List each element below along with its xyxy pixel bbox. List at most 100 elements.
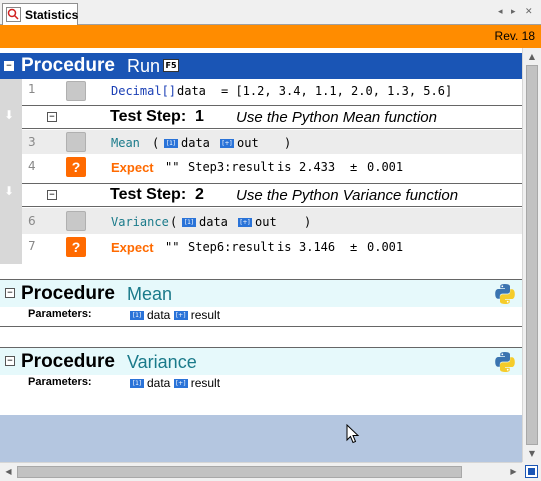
call-icon xyxy=(66,132,86,152)
call-paren-open: ( xyxy=(170,215,178,229)
step-arrow-icon: ⬇ xyxy=(4,108,15,122)
call-arg-2: [+] out xyxy=(220,136,259,150)
procedure-editor[interactable]: − Procedure Run F5 1 Decimal[] data = [1… xyxy=(0,48,522,462)
procedure-variance-header[interactable]: − Procedure Variance xyxy=(0,347,522,375)
expect-tolerance: 0.001 xyxy=(367,160,404,174)
collapse-icon[interactable]: − xyxy=(5,288,15,298)
call-arg-1: [1] data xyxy=(164,136,210,150)
output-tag-icon: [+] xyxy=(220,139,234,148)
revision-bar: Rev. 18 xyxy=(0,25,541,48)
procedure-name: Mean xyxy=(127,284,173,304)
step-row-3[interactable]: 3 Mean ( [1] data [+] out ) xyxy=(22,130,522,154)
call-name: Mean xyxy=(111,136,140,150)
parameters-label: Parameters: xyxy=(28,308,92,320)
procedure-keyword: Procedure xyxy=(21,283,115,304)
parameter-list: [1] data [+] result xyxy=(130,376,220,390)
procedure-keyword: Procedure xyxy=(21,55,115,76)
line-number: 1 xyxy=(28,82,36,96)
input-tag-icon: [1] xyxy=(130,311,144,321)
scroll-down-icon[interactable]: ▼ xyxy=(523,445,541,462)
test-step-1[interactable]: − Test Step: 1 Use the Python Mean funct… xyxy=(22,105,522,129)
tab-scroll-left-icon[interactable]: ◂ xyxy=(498,7,503,17)
expect-operator: is xyxy=(277,240,292,254)
statement-icon xyxy=(66,81,86,101)
scroll-up-icon[interactable]: ▲ xyxy=(523,48,541,65)
horizontal-scrollbar[interactable]: ◀ ▶ xyxy=(0,462,522,481)
call-paren-close: ) xyxy=(304,215,312,229)
tab-bar: Statistics ◂ ▸ ✕ xyxy=(0,0,541,26)
collapse-icon[interactable]: − xyxy=(47,190,57,200)
call-arg-1: [1] data xyxy=(182,215,228,229)
call-icon xyxy=(66,211,86,231)
f5-shortcut-icon: F5 xyxy=(163,59,179,72)
procedure-mean-parameters: Parameters: [1] data [+] result xyxy=(0,307,522,323)
empty-drop-area[interactable] xyxy=(0,415,522,462)
collapse-icon[interactable]: − xyxy=(47,112,57,122)
mouse-cursor-icon xyxy=(346,424,360,444)
expect-tolerance: 0.001 xyxy=(367,240,404,254)
scroll-right-icon[interactable]: ▶ xyxy=(505,463,522,481)
variable-value: = [1.2, 3.4, 1.1, 2.0, 1.3, 5.6] xyxy=(221,84,453,98)
test-step-description: Use the Python Variance function xyxy=(236,187,459,204)
test-step-2[interactable]: − Test Step: 2 Use the Python Variance f… xyxy=(22,183,522,207)
collapse-icon[interactable]: − xyxy=(5,356,15,366)
procedure-name: Variance xyxy=(127,352,197,372)
vertical-scroll-thumb[interactable] xyxy=(526,65,538,445)
collapse-icon[interactable]: − xyxy=(4,61,14,71)
scroll-corner xyxy=(522,462,541,481)
step-row-1[interactable]: 1 Decimal[] data = [1.2, 3.4, 1.1, 2.0, … xyxy=(22,79,522,103)
procedure-name: Run xyxy=(127,56,161,76)
tab-title: Statistics xyxy=(25,8,79,22)
test-step-keyword: Test Step: 2 xyxy=(110,186,204,203)
tab-close-icon[interactable]: ✕ xyxy=(525,7,533,17)
input-tag-icon: [1] xyxy=(164,139,178,148)
parameters-label: Parameters: xyxy=(28,376,92,388)
call-paren-close: ) xyxy=(284,136,292,150)
procedure-variance-section: − Procedure Variance Parameters: [1] data… xyxy=(0,347,522,395)
step-arrow-icon: ⬇ xyxy=(4,184,15,198)
procedure-keyword: Procedure xyxy=(21,351,115,372)
expect-keyword: Expect xyxy=(111,240,154,255)
output-tag-icon: [+] xyxy=(173,311,188,321)
expect-plusminus: ± xyxy=(350,160,358,174)
expect-target: Step3:result xyxy=(188,160,275,174)
python-icon xyxy=(495,352,515,372)
revision-label: Rev. 18 xyxy=(494,29,535,43)
section-divider xyxy=(0,326,522,327)
call-paren-open: ( xyxy=(152,136,160,150)
vertical-scrollbar[interactable]: ▲ ▼ xyxy=(522,48,541,462)
expect-value: 2.433 xyxy=(299,160,336,174)
test-step-description: Use the Python Mean function xyxy=(236,109,437,126)
procedure-variance-parameters: Parameters: [1] data [+] result xyxy=(0,375,522,391)
call-arg-2: [+] out xyxy=(238,215,277,229)
app-icon xyxy=(6,7,21,22)
input-tag-icon: [1] xyxy=(130,379,144,389)
procedure-mean-header[interactable]: − Procedure Mean xyxy=(0,279,522,307)
output-tag-icon: [+] xyxy=(173,379,188,389)
expect-quote: "" xyxy=(165,160,180,174)
expect-value: 3.146 xyxy=(299,240,336,254)
tab-scroll-right-icon[interactable]: ▸ xyxy=(511,7,516,17)
line-number: 3 xyxy=(28,135,36,149)
corner-grip-icon xyxy=(525,465,538,478)
tab-statistics[interactable]: Statistics xyxy=(2,3,78,26)
output-tag-icon: [+] xyxy=(238,218,252,227)
step-row-6[interactable]: 6 Variance ( [1] data [+] out ) xyxy=(22,208,522,234)
variable-name: data xyxy=(177,84,206,98)
expect-plusminus: ± xyxy=(350,240,358,254)
python-icon xyxy=(495,284,515,304)
scroll-left-icon[interactable]: ◀ xyxy=(0,463,17,481)
expect-target: Step6:result xyxy=(188,240,275,254)
parameter-list: [1] data [+] result xyxy=(130,308,220,322)
procedure-mean-section: − Procedure Mean Parameters: [1] data [+]… xyxy=(0,279,522,327)
call-name: Variance xyxy=(111,215,169,229)
horizontal-scroll-thumb[interactable] xyxy=(17,466,462,478)
expect-icon: ? xyxy=(66,237,86,257)
expect-operator: is xyxy=(277,160,292,174)
expect-quote: "" xyxy=(165,240,180,254)
procedure-run-header[interactable]: − Procedure Run F5 xyxy=(0,53,522,79)
expect-keyword: Expect xyxy=(111,160,154,175)
line-number: 7 xyxy=(28,239,36,253)
step-row-4[interactable]: 4 ? Expect "" Step3:result is 2.433 ± 0.… xyxy=(22,154,522,180)
step-row-7[interactable]: 7 ? Expect "" Step6:result is 3.146 ± 0.… xyxy=(22,234,522,260)
